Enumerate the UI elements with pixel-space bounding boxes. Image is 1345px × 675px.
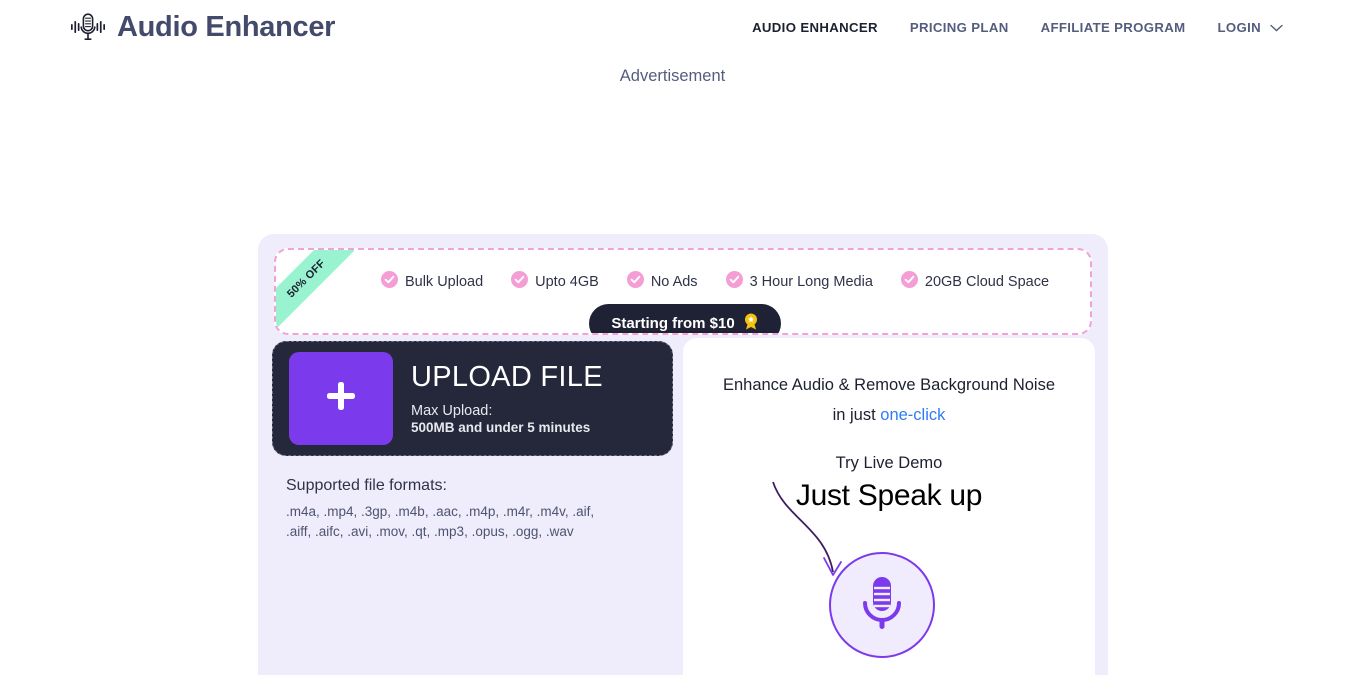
upload-title: UPLOAD FILE xyxy=(411,362,603,392)
promo-banner: 50% OFF Bulk Upload Upto 4GB No Ads xyxy=(274,248,1092,335)
advertisement-label: Advertisement xyxy=(0,67,1345,86)
plus-icon xyxy=(321,376,361,421)
supported-formats-title: Supported file formats: xyxy=(286,477,606,495)
supported-formats-list: .m4a, .mp4, .3gp, .m4b, .aac, .m4p, .m4r… xyxy=(286,502,606,542)
microphone-icon xyxy=(856,573,908,638)
brand-logo[interactable]: Audio Enhancer xyxy=(70,10,335,44)
one-click-link[interactable]: one-click xyxy=(880,406,945,424)
nav-item-login[interactable]: LOGIN xyxy=(1201,20,1283,35)
promo-feature-label: Bulk Upload xyxy=(405,274,483,290)
brand-title: Audio Enhancer xyxy=(117,11,335,44)
promo-feature-label: Upto 4GB xyxy=(535,274,599,290)
main-card: 50% OFF Bulk Upload Upto 4GB No Ads xyxy=(258,234,1108,675)
check-circle-icon xyxy=(381,271,398,293)
promo-feature: 3 Hour Long Media xyxy=(726,271,873,293)
microphone-waveform-icon xyxy=(70,10,106,44)
starting-price-label: Starting from $10 xyxy=(611,315,734,332)
price-button-wrap: Starting from $10 xyxy=(276,304,1092,335)
demo-headline-line2: in just xyxy=(833,406,881,424)
promo-feature: 20GB Cloud Space xyxy=(901,271,1049,293)
try-live-demo-label: Try Live Demo xyxy=(683,454,1095,473)
promo-feature-list: Bulk Upload Upto 4GB No Ads 3 Hour Long … xyxy=(276,271,1092,293)
promo-feature-label: 3 Hour Long Media xyxy=(750,274,873,290)
max-upload-value: 500MB and under 5 minutes xyxy=(411,420,603,435)
record-microphone-button[interactable] xyxy=(829,552,935,658)
upload-plus-button[interactable] xyxy=(289,352,393,445)
promo-feature: Upto 4GB xyxy=(511,271,599,293)
check-circle-icon xyxy=(726,271,743,293)
promo-feature: No Ads xyxy=(627,271,698,293)
rosette-badge-icon xyxy=(743,313,759,334)
upload-column: UPLOAD FILE Max Upload: 500MB and under … xyxy=(258,341,683,675)
promo-feature-label: 20GB Cloud Space xyxy=(925,274,1049,290)
check-circle-icon xyxy=(627,271,644,293)
supported-formats: Supported file formats: .m4a, .mp4, .3gp… xyxy=(286,477,606,542)
site-header: Audio Enhancer AUDIO ENHANCER PRICING PL… xyxy=(0,0,1345,54)
check-circle-icon xyxy=(511,271,528,293)
max-upload-label: Max Upload: xyxy=(411,403,603,419)
starting-price-button[interactable]: Starting from $10 xyxy=(589,304,780,335)
check-circle-icon xyxy=(901,271,918,293)
demo-headline-line1: Enhance Audio & Remove Background Noise xyxy=(723,376,1055,394)
demo-headline: Enhance Audio & Remove Background Noise … xyxy=(683,338,1095,430)
upload-text-block: UPLOAD FILE Max Upload: 500MB and under … xyxy=(411,362,603,434)
nav-item-affiliate-program[interactable]: AFFILIATE PROGRAM xyxy=(1025,20,1202,35)
upload-file-box[interactable]: UPLOAD FILE Max Upload: 500MB and under … xyxy=(272,341,673,456)
promo-feature: Bulk Upload xyxy=(381,271,483,293)
nav-item-pricing-plan[interactable]: PRICING PLAN xyxy=(894,20,1025,35)
nav-item-audio-enhancer[interactable]: AUDIO ENHANCER xyxy=(736,20,894,35)
login-label: LOGIN xyxy=(1217,20,1261,35)
promo-feature-label: No Ads xyxy=(651,274,698,290)
chevron-down-icon xyxy=(1270,20,1283,35)
main-navigation: AUDIO ENHANCER PRICING PLAN AFFILIATE PR… xyxy=(736,0,1283,54)
live-demo-panel: Enhance Audio & Remove Background Noise … xyxy=(683,338,1095,675)
